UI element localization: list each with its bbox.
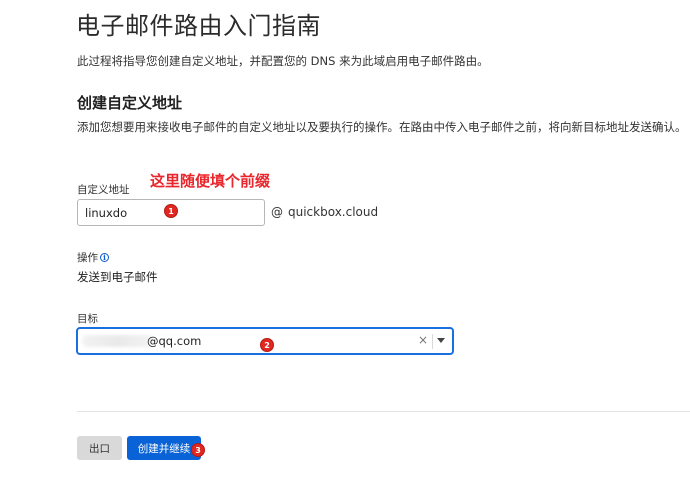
action-label-row: 操作 i bbox=[77, 250, 109, 265]
custom-address-label: 自定义地址 bbox=[77, 184, 130, 196]
redacted-email-blur bbox=[82, 335, 154, 347]
annotation-text: 这里随便填个前缀 bbox=[150, 172, 271, 190]
destination-label: 目标 bbox=[77, 313, 98, 325]
page-title: 电子邮件路由入门指南 bbox=[76, 12, 321, 40]
exit-button[interactable]: 出口 bbox=[77, 436, 122, 460]
section-description: 添加您想要用来接收电子邮件的自定义地址以及要执行的操作。在路由中传入电子邮件之前… bbox=[77, 120, 687, 134]
at-sign: @ bbox=[271, 205, 283, 219]
page-intro: 此过程将指导您创建自定义地址，并配置您的 DNS 来为此域启用电子邮件路由。 bbox=[77, 54, 489, 68]
clear-icon[interactable]: × bbox=[418, 333, 428, 347]
annotation-marker-3: 3 bbox=[191, 443, 205, 457]
action-label: 操作 bbox=[77, 252, 98, 264]
info-icon[interactable]: i bbox=[100, 253, 109, 262]
destination-value: @qq.com bbox=[147, 334, 202, 348]
domain-name: quickbox.cloud bbox=[288, 205, 379, 219]
divider bbox=[77, 411, 690, 412]
annotation-marker-2: 2 bbox=[260, 338, 274, 352]
email-routing-page: 电子邮件路由入门指南 此过程将指导您创建自定义地址，并配置您的 DNS 来为此域… bbox=[0, 0, 690, 489]
chevron-down-icon[interactable] bbox=[437, 338, 445, 343]
action-value: 发送到电子邮件 bbox=[77, 270, 158, 284]
section-title: 创建自定义地址 bbox=[77, 94, 183, 112]
select-separator bbox=[432, 334, 433, 349]
create-and-continue-button[interactable]: 创建并继续 bbox=[127, 436, 201, 460]
annotation-marker-1: 1 bbox=[164, 204, 178, 218]
